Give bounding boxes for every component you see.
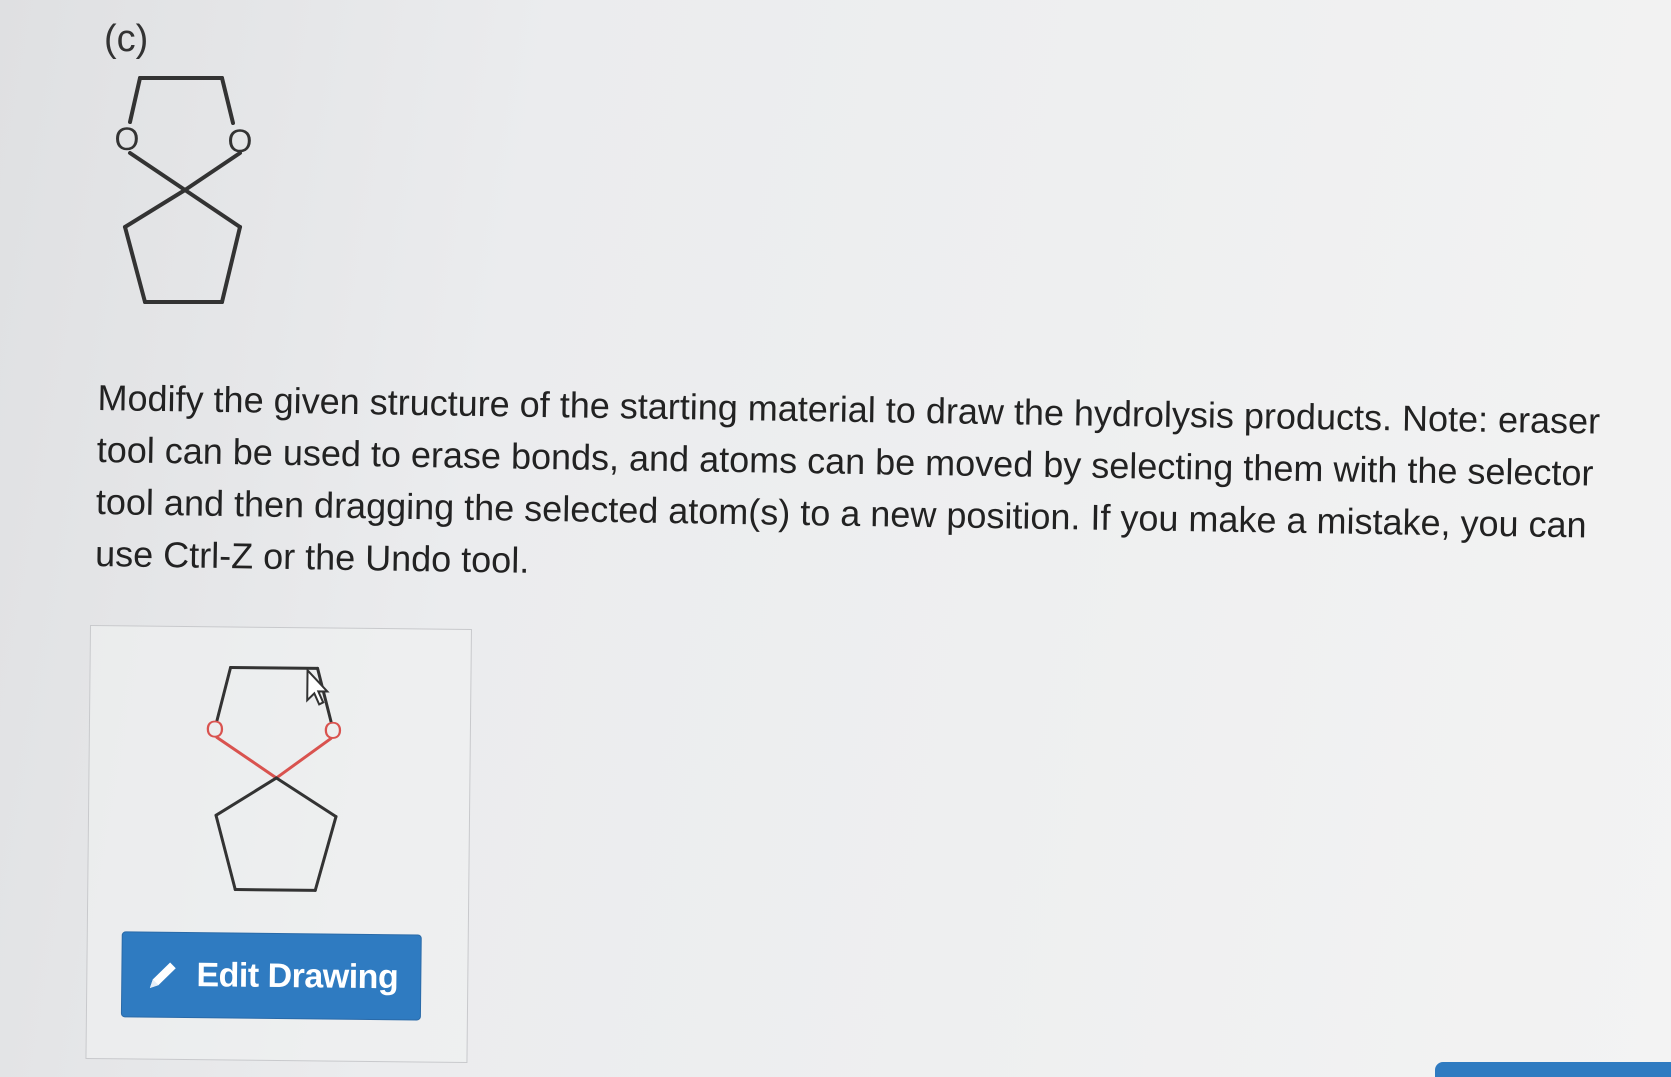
bond [215, 735, 278, 780]
instructions-text: Modify the given structure of the starti… [94, 376, 1601, 581]
bond [215, 665, 233, 722]
bond [220, 225, 242, 304]
given-structure: O O [115, 76, 253, 304]
bond [183, 188, 242, 229]
bond [233, 888, 317, 892]
oxygen-atom-left[interactable]: O [205, 716, 224, 743]
oxygen-atom-right: O [228, 123, 253, 159]
bond [128, 76, 142, 124]
oxygen-atom-left: O [115, 121, 140, 157]
drawn-structure[interactable]: O O [193, 657, 386, 899]
page: (c) O O Modify the given structure of th… [0, 0, 1671, 1077]
pencil-icon [149, 962, 176, 988]
bond [214, 813, 237, 892]
drawing-panel[interactable]: O O Edit Drawing [85, 625, 472, 1063]
part-label: (c) [104, 18, 149, 60]
bond [274, 776, 338, 819]
oxygen-atom-right[interactable]: O [323, 717, 342, 744]
bond [128, 151, 187, 192]
bond [220, 76, 235, 125]
bond [214, 776, 278, 817]
bond [123, 188, 187, 229]
edit-drawing-label: Edit Drawing [196, 955, 399, 996]
bond [123, 225, 147, 304]
bond [313, 815, 338, 892]
bond [229, 665, 320, 670]
edit-drawing-button[interactable]: Edit Drawing [120, 931, 422, 1021]
next-button[interactable] [1435, 1062, 1671, 1077]
